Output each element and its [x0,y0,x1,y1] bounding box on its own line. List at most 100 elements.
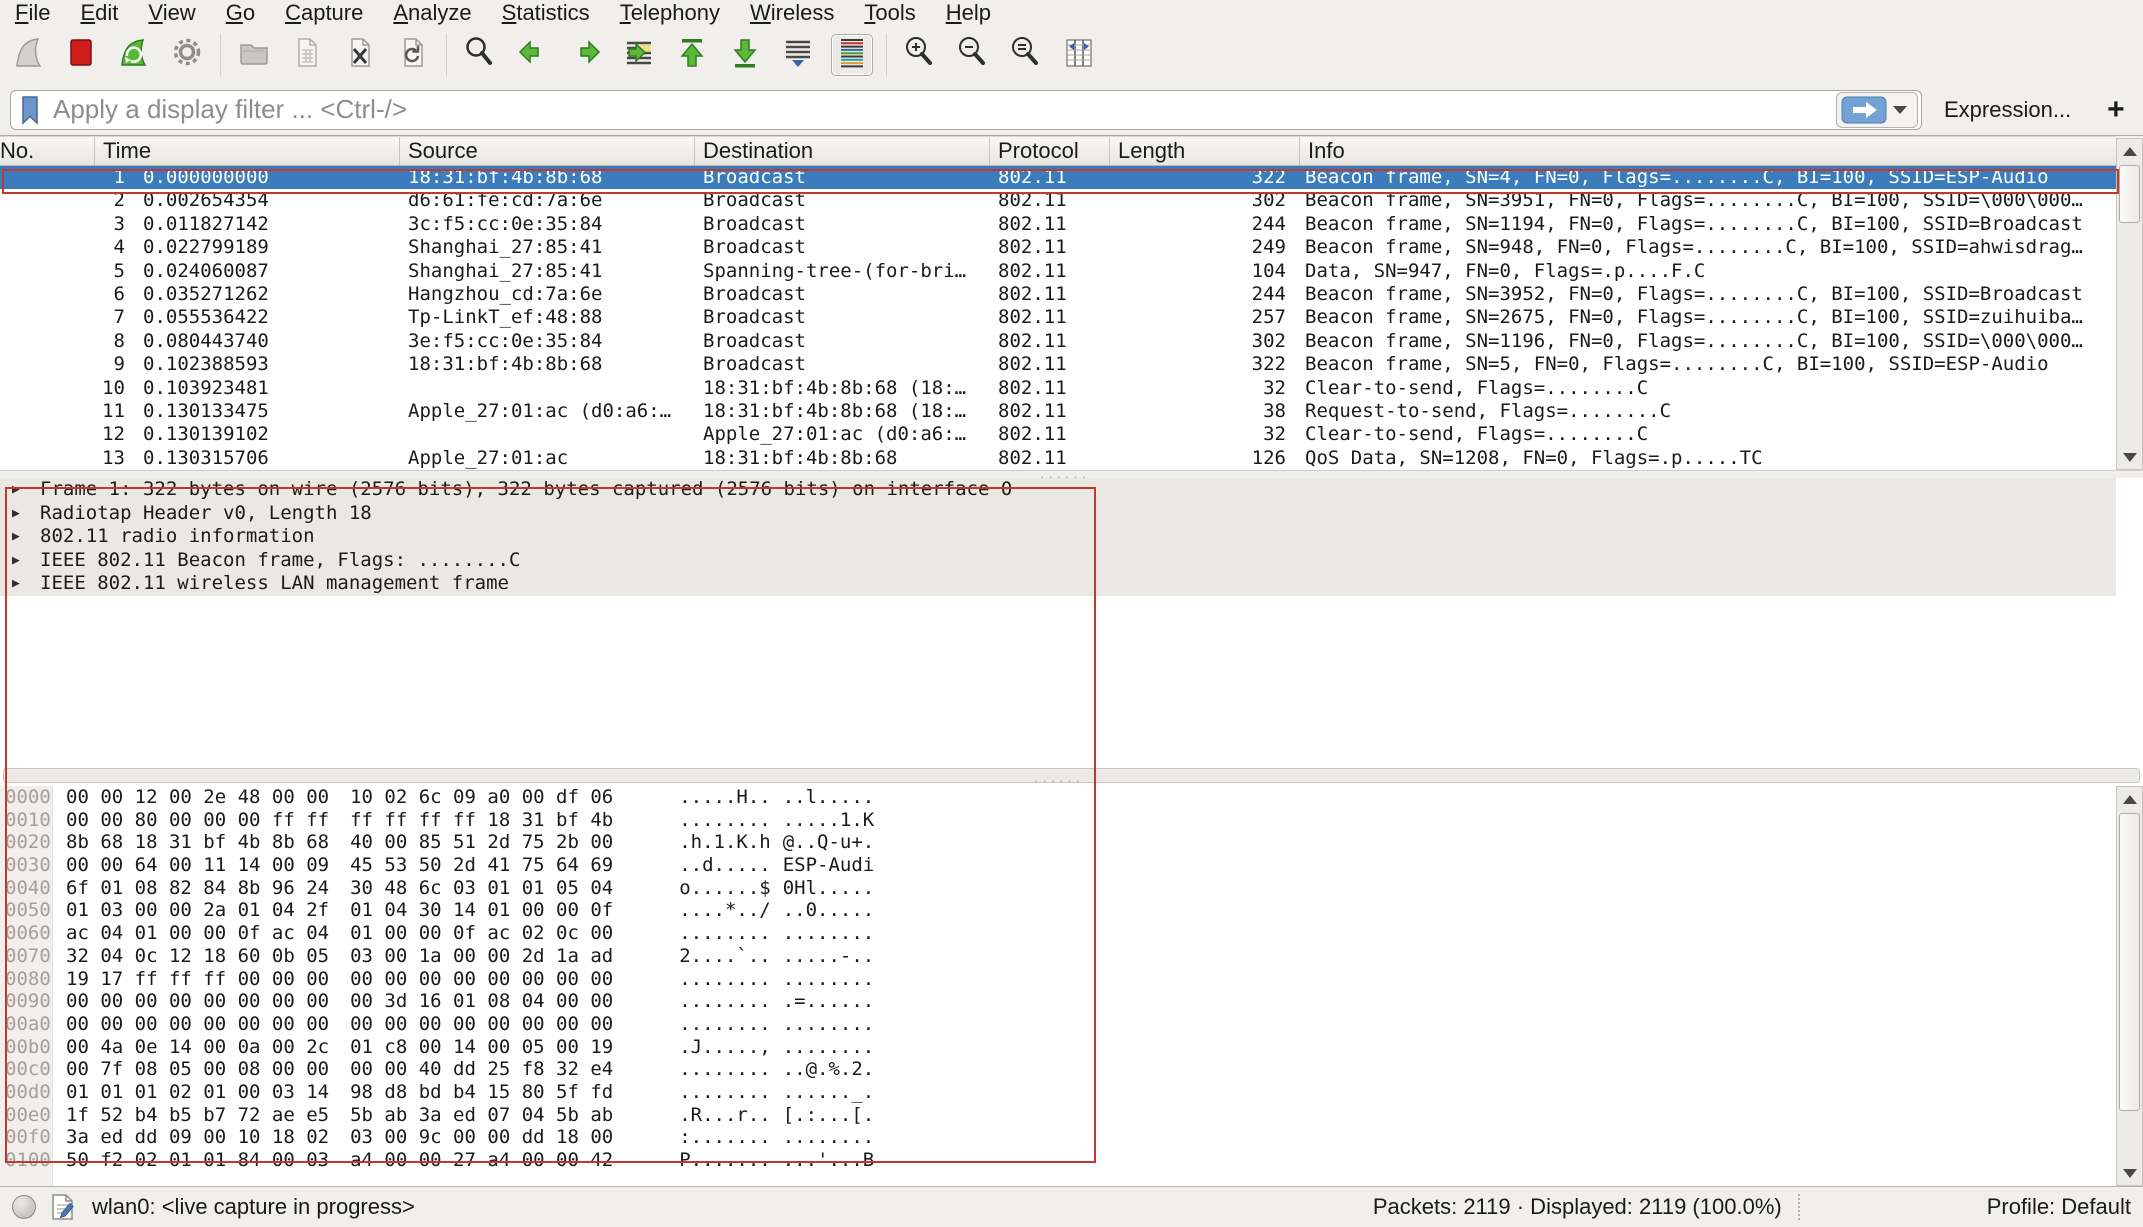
detail-line[interactable]: ▶802.11 radio information [0,525,2116,549]
menu-file[interactable]: File [4,0,69,26]
column-header-info[interactable]: Info [1300,137,2116,165]
filter-bookmark-icon[interactable] [19,95,41,125]
save-file-button[interactable] [287,35,327,75]
filter-history-dropdown-icon[interactable] [1893,106,1907,114]
packet-row[interactable]: 20.002654354d6:61:fe:cd:7a:6eBroadcast80… [0,189,2116,212]
packet-row[interactable]: 10.00000000018:31:bf:4b:8b:68Broadcast80… [0,166,2116,189]
expand-arrow-icon[interactable]: ▶ [12,549,20,573]
scroll-down-icon[interactable] [2117,445,2142,469]
hex-row[interactable]: 010050 f2 02 01 01 84 00 03a4 00 00 27 a… [0,1149,2116,1172]
reload-file-button[interactable] [393,35,433,75]
capture-file-properties-icon[interactable] [50,1192,76,1222]
hex-row[interactable]: 00e01f 52 b4 b5 b7 72 ae e55b ab 3a ed 0… [0,1104,2116,1127]
scroll-down-icon[interactable] [2117,1161,2142,1185]
start-capture-button[interactable] [8,35,48,75]
open-file-button[interactable] [234,35,274,75]
zoom-reset-button[interactable] [1006,35,1046,75]
expand-arrow-icon[interactable]: ▶ [12,525,20,549]
packet-row[interactable]: 50.024060087Shanghai_27:85:41Spanning-tr… [0,260,2116,283]
column-header-len[interactable]: Length [1110,137,1300,165]
column-header-time[interactable]: Time [95,137,400,165]
profile-label[interactable]: Profile: Default [1987,1194,2131,1220]
packet-row[interactable]: 110.130133475Apple_27:01:ac (d0:a6:…18:3… [0,400,2116,423]
hex-row[interactable]: 00208b 68 18 31 bf 4b 8b 6840 00 85 51 2… [0,831,2116,854]
zoom-in-button[interactable] [900,35,940,75]
detail-line[interactable]: ▶IEEE 802.11 wireless LAN management fra… [0,572,2116,596]
packet-list-scrollbar[interactable] [2116,138,2143,470]
stop-capture-button[interactable] [61,35,101,75]
expression-button[interactable]: Expression... [1944,97,2071,123]
menu-analyze[interactable]: Analyze [382,0,490,26]
packet-row[interactable]: 100.10392348118:31:bf:4b:8b:68 (18:…802.… [0,377,2116,400]
zoom-out-button[interactable] [953,35,993,75]
hex-row[interactable]: 00d001 01 01 02 01 00 03 1498 d8 bd b4 1… [0,1081,2116,1104]
hex-row[interactable]: 00f03a ed dd 09 00 10 18 0203 00 9c 00 0… [0,1126,2116,1149]
menu-edit[interactable]: Edit [69,0,137,26]
hex-row[interactable]: 00406f 01 08 82 84 8b 96 2430 48 6c 03 0… [0,877,2116,900]
detail-line[interactable]: ▶IEEE 802.11 Beacon frame, Flags: ......… [0,549,2116,573]
packet-row[interactable]: 120.130139102Apple_27:01:ac (d0:a6:…802.… [0,423,2116,446]
auto-scroll-button[interactable] [778,35,818,75]
pane-splitter-bottom[interactable]: ······ [0,762,2143,786]
close-file-button[interactable] [340,35,380,75]
menu-capture[interactable]: Capture [274,0,382,26]
scroll-up-icon[interactable] [2117,139,2142,163]
expand-arrow-icon[interactable]: ▶ [12,502,20,526]
hex-row[interactable]: 00a000 00 00 00 00 00 00 0000 00 00 00 0… [0,1013,2116,1036]
apply-filter-button[interactable] [1841,96,1887,124]
add-filter-button[interactable]: + [2107,93,2125,127]
column-header-dst[interactable]: Destination [695,137,990,165]
expand-arrow-icon[interactable]: ▶ [12,572,20,596]
expand-arrow-icon[interactable]: ▶ [12,478,20,502]
go-back-button[interactable] [513,35,553,75]
toolbar-separator [886,34,887,76]
find-packet-button[interactable] [460,35,500,75]
menu-view[interactable]: View [137,0,214,26]
restart-capture-button[interactable] [114,35,154,75]
go-to-last-button[interactable] [725,35,765,75]
packet-row[interactable]: 30.0118271423c:f5:cc:0e:35:84Broadcast80… [0,213,2116,236]
hex-row[interactable]: 008019 17 ff ff ff 00 00 0000 00 00 00 0… [0,968,2116,991]
menu-help[interactable]: Help [935,0,1010,26]
column-header-no[interactable]: No. [0,137,95,165]
packet-row[interactable]: 130.130315706Apple_27:01:ac18:31:bf:4b:8… [0,447,2116,470]
menu-go[interactable]: Go [215,0,274,26]
hex-row[interactable]: 0060ac 04 01 00 00 0f ac 0401 00 00 0f a… [0,922,2116,945]
menu-telephony[interactable]: Telephony [609,0,739,26]
resize-columns-button[interactable] [1059,35,1099,75]
display-filter-field[interactable] [10,90,1922,130]
column-header-proto[interactable]: Protocol [990,137,1110,165]
hex-ascii1: ........ [679,968,771,991]
go-to-packet-button[interactable] [619,35,659,75]
column-header-src[interactable]: Source [400,137,695,165]
hex-row[interactable]: 001000 00 80 00 00 00 ff ffff ff ff ff 1… [0,809,2116,832]
detail-line[interactable]: ▶Frame 1: 322 bytes on wire (2576 bits),… [0,478,2116,502]
menu-wireless[interactable]: Wireless [739,0,853,26]
hex-row[interactable]: 00b000 4a 0e 14 00 0a 00 2c01 c8 00 14 0… [0,1036,2116,1059]
go-to-first-button[interactable] [672,35,712,75]
packet-row[interactable]: 60.035271262Hangzhou_cd:7a:6eBroadcast80… [0,283,2116,306]
scrollbar-thumb[interactable] [2119,813,2140,1111]
display-filter-input[interactable] [51,93,1836,126]
scroll-up-icon[interactable] [2117,787,2142,811]
packet-row[interactable]: 90.10238859318:31:bf:4b:8b:68Broadcast80… [0,353,2116,376]
hex-row[interactable]: 003000 00 64 00 11 14 00 0945 53 50 2d 4… [0,854,2116,877]
menu-statistics[interactable]: Statistics [491,0,609,26]
hex-row[interactable]: 00c000 7f 08 05 00 08 00 0000 00 40 dd 2… [0,1058,2116,1081]
scrollbar-thumb[interactable] [2119,165,2140,223]
splitter-bar[interactable]: ······ [3,768,2140,783]
go-forward-button[interactable] [566,35,606,75]
packet-row[interactable]: 70.055536422Tp-LinkT_ef:48:88Broadcast80… [0,306,2116,329]
detail-line[interactable]: ▶Radiotap Header v0, Length 18 [0,502,2116,526]
hex-row[interactable]: 005001 03 00 00 2a 01 04 2f01 04 30 14 0… [0,899,2116,922]
menu-tools[interactable]: Tools [853,0,934,26]
hex-row[interactable]: 000000 00 12 00 2e 48 00 0010 02 6c 09 a… [0,786,2116,809]
capture-status-icon[interactable] [12,1195,36,1219]
packet-row[interactable]: 40.022799189Shanghai_27:85:41Broadcast80… [0,236,2116,259]
hex-row[interactable]: 007032 04 0c 12 18 60 0b 0503 00 1a 00 0… [0,945,2116,968]
hex-row[interactable]: 009000 00 00 00 00 00 00 0000 3d 16 01 0… [0,990,2116,1013]
bytes-pane-scrollbar[interactable] [2116,786,2143,1186]
packet-row[interactable]: 80.0804437403e:f5:cc:0e:35:84Broadcast80… [0,330,2116,353]
colorize-button[interactable] [831,34,873,76]
capture-options-button[interactable] [167,35,207,75]
